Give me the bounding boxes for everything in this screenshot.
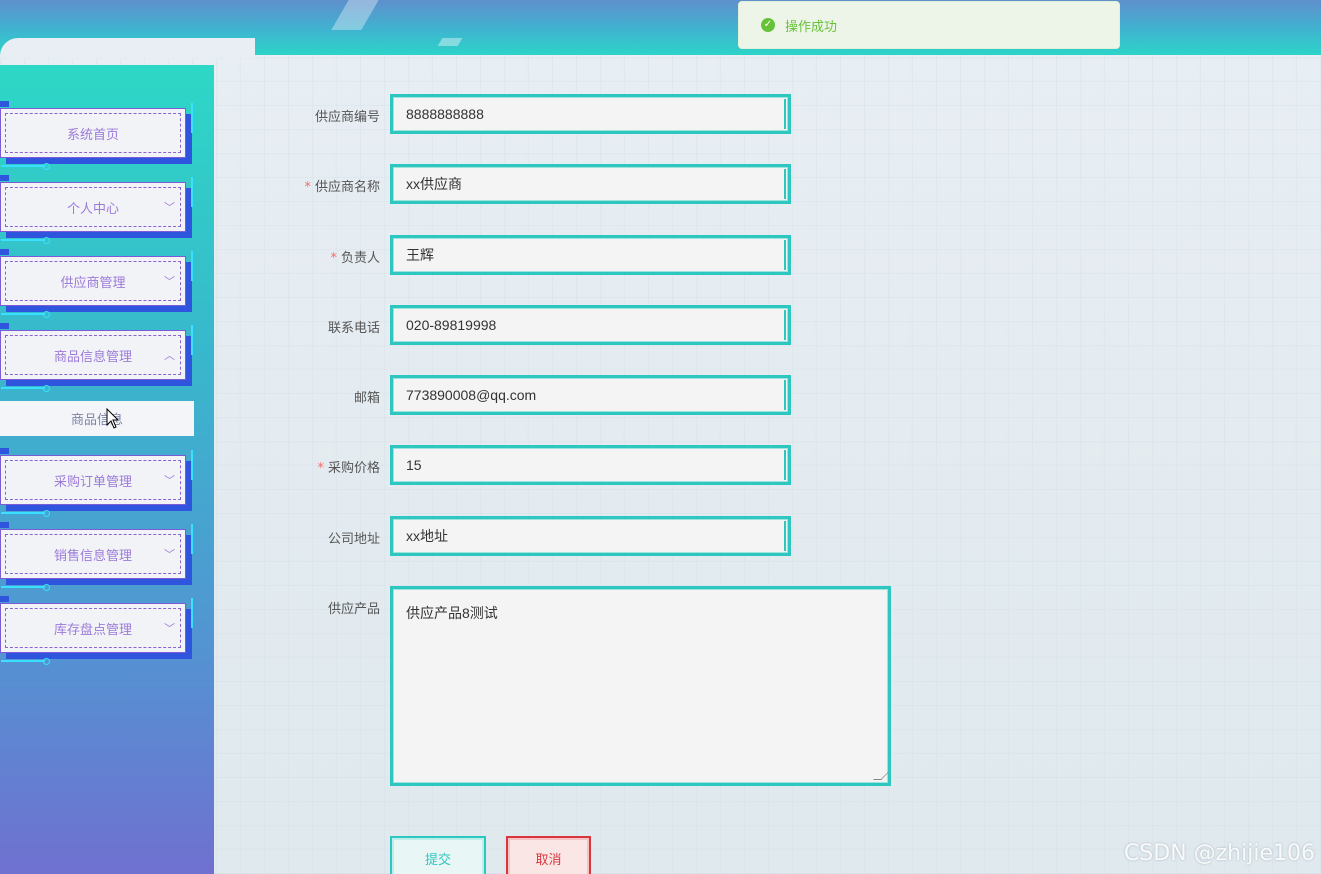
sidebar-item-home[interactable]: 系统首页 (0, 101, 193, 170)
menu-decoration (1, 584, 50, 591)
menu-inner: 库存盘点管理 (5, 608, 181, 648)
required-mark: * (304, 180, 311, 195)
chevron-up-icon: ︿ (164, 349, 175, 362)
company-address-input[interactable]: xx地址 (390, 516, 791, 556)
menu-inner: 销售信息管理 (5, 534, 181, 574)
menu-inner: 采购订单管理 (5, 460, 181, 500)
phone-input[interactable]: 020-89819998 (390, 305, 791, 345)
field-label: 邮箱 (353, 391, 380, 406)
chevron-down-icon: ﹀ (164, 622, 175, 635)
chevron-down-icon: ﹀ (164, 201, 175, 214)
header-bar (0, 0, 1321, 58)
sidebar-item-label: 供应商管理 (60, 275, 126, 291)
chevron-down-icon: ﹀ (164, 474, 175, 487)
field-label: 公司地址 (327, 532, 380, 547)
menu-decoration (0, 596, 9, 602)
submit-button[interactable]: 提交 (390, 836, 486, 874)
field-label: 联系电话 (327, 321, 380, 336)
field-label: 供应产品 (327, 602, 380, 617)
menu-decoration (1, 658, 50, 665)
menu-inner: 个人中心 (5, 187, 181, 227)
sidebar-item-label: 采购订单管理 (53, 474, 132, 490)
contact-person-input[interactable]: 王辉 (390, 235, 791, 275)
menu-decoration (0, 448, 9, 454)
sidebar-item-inventory-check[interactable]: 库存盘点管理 ﹀ (0, 596, 193, 665)
field-label: * 采购价格 (317, 461, 380, 476)
sidebar-item-purchase-orders[interactable]: 采购订单管理 ﹀ (0, 448, 193, 517)
menu-decoration (191, 177, 193, 207)
chevron-down-icon: ﹀ (164, 548, 175, 561)
supplied-products-textarea[interactable]: 供应产品8测试 (390, 586, 891, 786)
sidebar-item-personal-center[interactable]: 个人中心 ﹀ (0, 175, 193, 244)
menu-decoration (0, 175, 9, 181)
sidebar-item-supplier-management[interactable]: 供应商管理 ﹀ (0, 249, 193, 318)
supplier-id-input[interactable]: 8888888888 (390, 94, 791, 134)
menu-decoration (191, 450, 193, 480)
textarea-value: 供应产品8测试 (406, 605, 498, 621)
sidebar-item-label: 系统首页 (66, 127, 119, 143)
sidebar-item-label: 库存盘点管理 (53, 622, 132, 638)
menu-inner: 供应商管理 (5, 261, 181, 301)
menu-inner: 系统首页 (5, 113, 181, 153)
menu-decoration (1, 237, 50, 244)
success-toast: ✓ 操作成功 (738, 1, 1120, 49)
menu-decoration (0, 522, 9, 528)
menu-decoration (191, 598, 193, 628)
menu-decoration (1, 385, 50, 392)
menu-decoration (0, 323, 9, 329)
menu-inner: 商品信息管理 (5, 335, 181, 375)
menu-decoration (0, 249, 9, 255)
supplier-name-input[interactable]: xx供应商 (390, 164, 791, 204)
sidebar-item-label: 销售信息管理 (53, 548, 132, 564)
menu-decoration (191, 103, 193, 133)
toast-message: 操作成功 (785, 19, 838, 35)
menu-decoration (1, 163, 50, 170)
sidebar-subitem-product-info[interactable]: 商品信息 (0, 401, 194, 436)
field-label: * 负责人 (330, 251, 380, 266)
chevron-down-icon: ﹀ (164, 275, 175, 288)
menu-decoration (191, 325, 193, 355)
header-notch (0, 38, 255, 58)
cancel-button[interactable]: 取消 (506, 836, 591, 874)
watermark: CSDN @zhijie106 (1123, 841, 1315, 866)
menu-decoration (1, 311, 50, 318)
sidebar-item-sales-management[interactable]: 销售信息管理 ﹀ (0, 522, 193, 591)
field-label: 供应商编号 (314, 110, 380, 125)
resize-handle-icon[interactable] (873, 772, 889, 780)
menu-decoration (191, 251, 193, 281)
header-decoration (331, 0, 379, 30)
required-mark: * (317, 461, 324, 476)
purchase-price-input[interactable]: 15 (390, 445, 791, 485)
field-label: * 供应商名称 (304, 180, 380, 195)
menu-decoration (0, 101, 9, 107)
sidebar-item-label: 商品信息管理 (53, 349, 132, 365)
sidebar-item-label: 个人中心 (66, 201, 119, 217)
check-circle-icon: ✓ (761, 18, 775, 32)
header-decoration (437, 38, 463, 46)
mouse-cursor-icon (106, 408, 120, 429)
email-input[interactable]: 773890008@qq.com (390, 375, 791, 415)
required-mark: * (330, 251, 337, 266)
sidebar-item-product-management[interactable]: 商品信息管理 ︿ (0, 323, 193, 392)
menu-decoration (191, 524, 193, 554)
menu-decoration (1, 510, 50, 517)
